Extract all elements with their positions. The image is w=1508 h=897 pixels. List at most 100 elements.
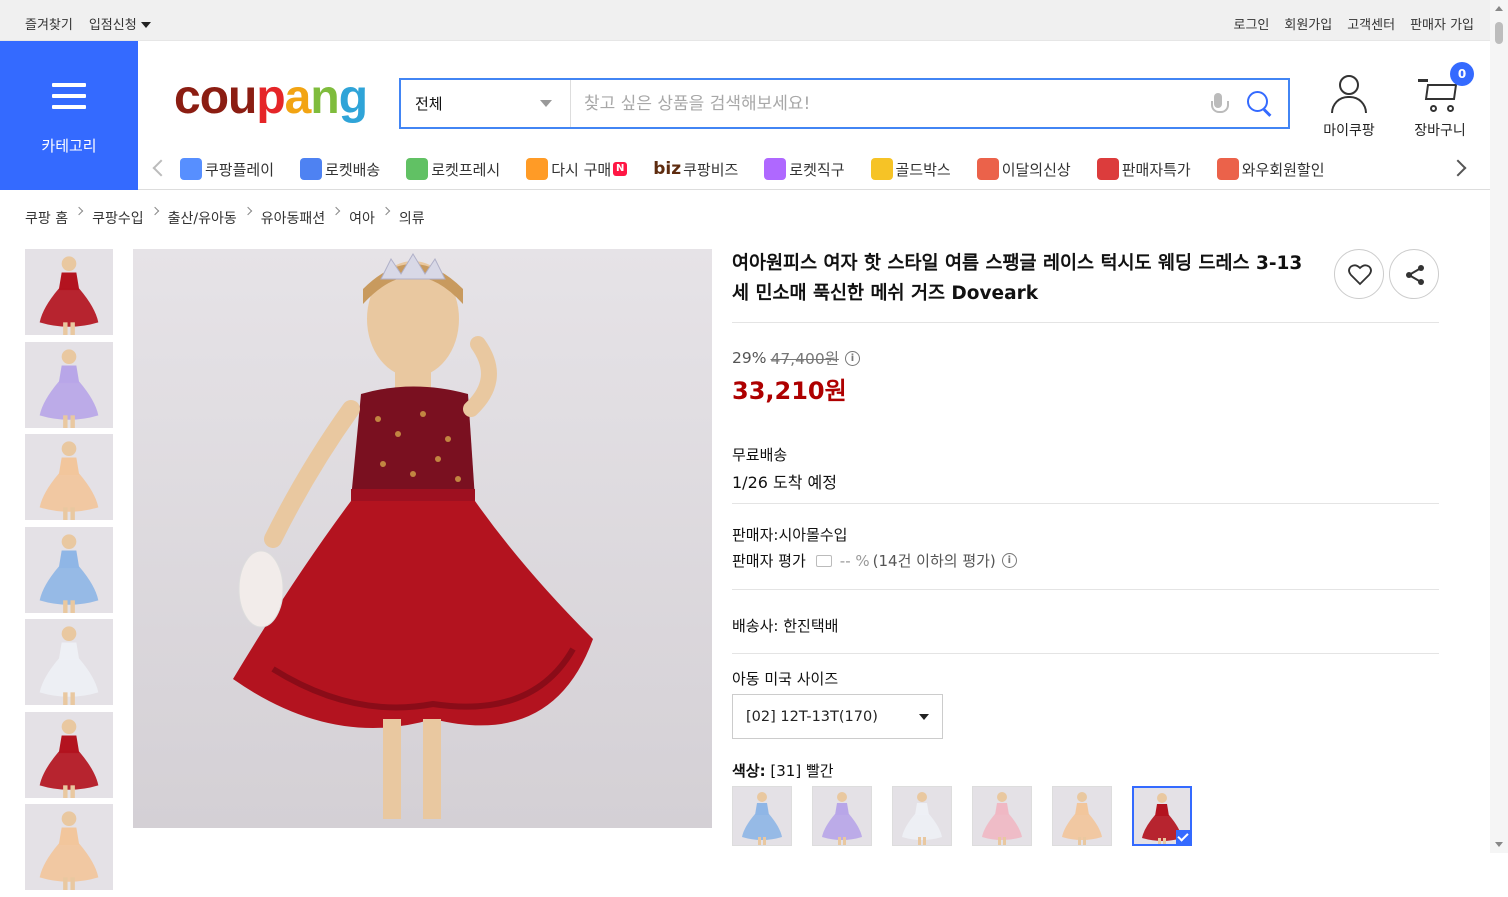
new-badge: N bbox=[613, 162, 628, 176]
color-swatch[interactable] bbox=[812, 786, 872, 846]
breadcrumb: 쿠팡 홈 쿠팡수입 출산/유아동 유아동패션 여아 의류 bbox=[25, 206, 425, 228]
rocket-global-icon bbox=[764, 158, 787, 180]
product-thumbnail[interactable] bbox=[25, 619, 113, 705]
signup-link[interactable]: 회원가입 bbox=[1284, 14, 1332, 33]
voice-search-icon[interactable] bbox=[1204, 89, 1234, 119]
check-icon bbox=[1176, 830, 1190, 844]
nav-item-label: 판매자특가 bbox=[1121, 160, 1191, 179]
my-coupang-label: 마이쿠팡 bbox=[1323, 123, 1375, 139]
category-label: 카테고리 bbox=[41, 137, 97, 155]
scroll-thumb[interactable] bbox=[1495, 22, 1503, 44]
thumbnail-list bbox=[25, 249, 113, 897]
rebuy-icon bbox=[526, 158, 549, 180]
chevron-right-icon bbox=[243, 206, 252, 216]
cart-count-badge: 0 bbox=[1450, 62, 1474, 86]
size-selected-value: [02] 12T-13T(170) bbox=[746, 708, 878, 725]
color-selected-value: [31] 빨간 bbox=[770, 762, 834, 780]
product-thumbnail[interactable] bbox=[25, 711, 113, 798]
seller-rating-row: 판매자 평가 -- % (14건 이하의 평가) i bbox=[732, 550, 1017, 571]
shipping-label: 무료배송 bbox=[732, 446, 788, 464]
breadcrumb-item[interactable]: 여아 bbox=[349, 208, 375, 228]
cart-label: 장바구니 bbox=[1414, 123, 1466, 139]
breadcrumb-item[interactable]: 쿠팡수입 bbox=[92, 208, 144, 228]
info-icon[interactable]: i bbox=[844, 350, 860, 366]
color-option-label: 색상: [31] 빨간 bbox=[732, 762, 834, 780]
divider bbox=[732, 503, 1439, 504]
carrier-info: 배송사: 한진택배 bbox=[732, 617, 839, 635]
seller-signup-link[interactable]: 판매자 가입 bbox=[1410, 14, 1474, 33]
product-thumbnail[interactable] bbox=[25, 434, 113, 520]
nav-item-label: 로켓직구 bbox=[789, 160, 845, 179]
divider bbox=[732, 589, 1439, 590]
nav-item[interactable]: biz 쿠팡비즈 bbox=[653, 158, 738, 180]
coupang-logo[interactable]: coupang bbox=[174, 70, 368, 126]
my-coupang-button[interactable]: 마이쿠팡 bbox=[1318, 74, 1380, 140]
color-swatch[interactable] bbox=[1132, 786, 1192, 846]
nav-item[interactable]: 로켓직구 bbox=[764, 158, 845, 180]
breadcrumb-item[interactable]: 의류 bbox=[399, 208, 425, 228]
wow-icon bbox=[1216, 158, 1239, 180]
nav-item[interactable]: 로켓배송 bbox=[300, 158, 380, 180]
category-menu-button[interactable]: 카테고리 bbox=[0, 41, 138, 190]
rocket-icon bbox=[300, 158, 323, 180]
store-apply-label: 입점신청 bbox=[88, 18, 137, 33]
user-icon bbox=[1329, 74, 1369, 114]
product-info-panel: 여아원피스 여자 핫 스타일 여름 스팽글 레이스 턱시도 웨딩 드레스 3-1… bbox=[732, 249, 1439, 846]
chevron-right-icon[interactable] bbox=[1449, 159, 1467, 177]
nav-item-label: 와우회원할인 bbox=[1241, 160, 1325, 179]
search-input[interactable] bbox=[571, 80, 1204, 127]
seller-name[interactable]: 판매자:시아몰수입 bbox=[732, 524, 847, 545]
nav-item[interactable]: 다시 구매 N bbox=[526, 158, 628, 180]
store-apply-dropdown[interactable]: 입점신청 bbox=[89, 14, 151, 33]
heart-icon bbox=[1348, 264, 1372, 286]
chevron-left-icon[interactable] bbox=[152, 159, 170, 177]
arrival-date: 1/26 도착 예정 bbox=[732, 473, 837, 492]
share-button[interactable] bbox=[1389, 249, 1439, 299]
main-product-image[interactable] bbox=[133, 249, 712, 828]
goldbox-icon bbox=[870, 158, 893, 180]
nav-item-label: 로켓프레시 bbox=[431, 160, 501, 179]
nav-item[interactable]: 로켓프레시 bbox=[406, 158, 500, 180]
nav-item-label: 로켓배송 bbox=[325, 160, 381, 179]
nav-item[interactable]: 판매자특가 bbox=[1096, 158, 1191, 180]
login-link[interactable]: 로그인 bbox=[1233, 14, 1269, 33]
nav-item[interactable]: 쿠팡플레이 bbox=[180, 158, 274, 180]
color-swatch[interactable] bbox=[892, 786, 952, 846]
favorite-button[interactable] bbox=[1334, 249, 1384, 299]
customer-center-link[interactable]: 고객센터 bbox=[1347, 14, 1395, 33]
nav-item-label: 쿠팡플레이 bbox=[205, 160, 275, 179]
product-title: 여아원피스 여자 핫 스타일 여름 스팽글 레이스 턱시도 웨딩 드레스 3-1… bbox=[732, 253, 1303, 304]
size-select[interactable]: [02] 12T-13T(170) bbox=[732, 694, 943, 739]
sale-price: 33,210원 bbox=[732, 377, 847, 405]
color-swatch[interactable] bbox=[1052, 786, 1112, 846]
caret-down-icon bbox=[140, 22, 151, 28]
nav-item[interactable]: 골드박스 bbox=[870, 158, 951, 180]
scroll-down-icon[interactable] bbox=[1495, 842, 1503, 847]
nav-item[interactable]: 와우회원할인 bbox=[1216, 158, 1325, 180]
product-thumbnail[interactable] bbox=[25, 526, 113, 613]
nav-item-label: 이달의신상 bbox=[1001, 160, 1071, 179]
favorites-link[interactable]: 즐겨찾기 bbox=[25, 14, 73, 33]
product-thumbnail[interactable] bbox=[25, 804, 113, 890]
original-price-row: 29% 47,400원 i bbox=[732, 347, 860, 369]
breadcrumb-item[interactable]: 유아동패션 bbox=[261, 208, 325, 228]
category-nav: 쿠팡플레이 로켓배송 로켓프레시 다시 구매 N biz 쿠팡비즈 로켓직구 골드박스 이달의신상… bbox=[138, 150, 1490, 190]
divider bbox=[732, 322, 1439, 323]
search-scope-select[interactable]: 전체 bbox=[401, 80, 571, 127]
product-thumbnail[interactable] bbox=[25, 341, 113, 428]
color-swatch[interactable] bbox=[972, 786, 1032, 846]
chevron-right-icon bbox=[381, 206, 391, 216]
page-scrollbar[interactable] bbox=[1490, 0, 1508, 853]
scroll-up-icon[interactable] bbox=[1495, 6, 1503, 11]
color-swatch[interactable] bbox=[732, 786, 792, 846]
dropdown-arrow-icon bbox=[540, 100, 552, 107]
search-icon[interactable] bbox=[1242, 87, 1276, 121]
breadcrumb-item[interactable]: 쿠팡 홈 bbox=[25, 208, 68, 228]
nav-item[interactable]: 이달의신상 bbox=[976, 158, 1071, 180]
dropdown-arrow-icon bbox=[919, 713, 929, 720]
nav-item-label: 쿠팡비즈 bbox=[683, 160, 739, 179]
product-thumbnail[interactable] bbox=[25, 249, 113, 335]
breadcrumb-item[interactable]: 출산/유아동 bbox=[168, 208, 237, 228]
info-icon[interactable]: i bbox=[1001, 553, 1017, 568]
search-scope-value: 전체 bbox=[415, 95, 443, 113]
